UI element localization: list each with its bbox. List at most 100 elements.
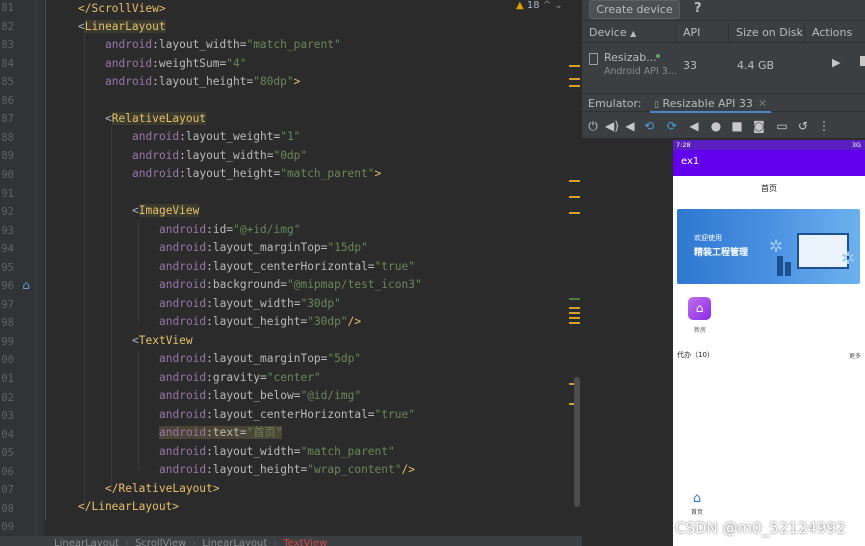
code-line-100: android:layout_marginTop="5dp" [159, 352, 362, 365]
line-number: 85 [1, 76, 14, 89]
breadcrumb-item[interactable]: ScrollView [135, 538, 186, 546]
code-line-82: <LinearLayout [78, 20, 166, 33]
warning-marker[interactable] [569, 322, 580, 324]
code-line-96: android:background="@mipmap/test_icon3" [159, 278, 422, 291]
breadcrumb-item[interactable]: LinearLayout [54, 538, 119, 546]
code-line-105: android:layout_width="match_parent" [159, 445, 395, 458]
code-line-90: android:layout_height="match_parent"> [132, 167, 382, 180]
app-title: ex1 [681, 156, 700, 167]
emulator-screen[interactable]: 7:28 3G ex1 首页 欢迎使用 精装工程管理 ✲ ✲ ⌂ 新房 代办（1… [673, 140, 865, 546]
phone-icon [589, 53, 598, 65]
device-name: Resizab... [604, 51, 657, 64]
android-resource-icon[interactable]: ⌂ [19, 278, 33, 292]
snapshot-icon[interactable]: ↺ [795, 118, 811, 134]
overview-icon[interactable]: ■ [729, 118, 745, 134]
code-line-89: android:layout_width="0dp" [132, 149, 308, 162]
device-api: 33 [683, 59, 697, 72]
warning-marker[interactable] [569, 196, 580, 198]
code-line-103: android:layout_centerHorizontal="true" [159, 408, 415, 421]
emulator-tab[interactable]: ▯ Resizable API 33 ✕ [650, 94, 772, 113]
column-device[interactable]: Device ▲ [582, 23, 676, 43]
code-line-92: <ImageView [132, 204, 200, 217]
warning-marker[interactable] [569, 78, 580, 80]
line-number: 90 [1, 168, 14, 181]
editor-scrollbar[interactable] [574, 377, 580, 507]
launch-icon[interactable]: ▶ [832, 56, 840, 69]
device-size: 4.4 GB [737, 59, 775, 72]
home-nav-icon[interactable]: ⌂ [689, 492, 705, 506]
code-line-88: android:layout_weight="1" [132, 130, 301, 143]
warning-marker[interactable] [569, 317, 580, 319]
todo-more-link[interactable]: 更多 [849, 351, 861, 360]
home-icon[interactable]: ● [708, 118, 724, 134]
breadcrumb-item[interactable]: TextView [283, 538, 327, 546]
banner-title: 精装工程管理 [694, 248, 749, 258]
home-nav-label[interactable]: 首页 [686, 507, 708, 516]
info-marker[interactable] [569, 298, 580, 300]
overflow-icon[interactable] [860, 56, 865, 66]
gutter-divider [36, 0, 37, 546]
line-number: 92 [1, 206, 14, 219]
power-icon[interactable]: ⏻ [585, 118, 601, 134]
line-number: 87 [1, 113, 14, 126]
device-row[interactable]: Resizab... Android API 3... 33 4.4 GB ▶ [582, 43, 865, 85]
line-number: 07 [1, 484, 14, 497]
column-api[interactable]: API [676, 23, 729, 43]
volume-down-icon[interactable]: ◀ [622, 118, 638, 134]
building-graphic [785, 262, 791, 276]
breadcrumb-item[interactable]: LinearLayout [202, 538, 267, 546]
status-time: 7:28 [676, 141, 691, 149]
code-line-108: </LinearLayout> [78, 500, 180, 513]
close-icon[interactable]: ✕ [758, 97, 767, 110]
code-line-81: </ScrollView> [78, 2, 166, 15]
app-bar: ex1 [673, 150, 865, 176]
warning-marker[interactable] [569, 85, 580, 87]
code-line-97: android:layout_width="30dp" [159, 297, 341, 310]
inspection-warnings[interactable]: ▲ 18 ^ ⌄ [516, 0, 563, 11]
line-number: 01 [1, 373, 14, 385]
line-number: 91 [1, 187, 14, 200]
warning-marker[interactable] [569, 312, 580, 314]
code-line-102: android:layout_below="@id/img" [159, 389, 362, 402]
code-line-101: android:gravity="center" [159, 371, 321, 384]
line-number: 86 [1, 94, 14, 107]
todo-title: 代办（10） [677, 351, 714, 359]
screen-record-icon[interactable]: ▭ [774, 118, 790, 134]
create-device-button[interactable]: Create device [589, 0, 680, 19]
warning-marker[interactable] [569, 307, 580, 309]
new-house-label: 新房 [693, 327, 706, 334]
watermark: CSDN @m0_52124992 [675, 519, 846, 537]
column-size[interactable]: Size on Disk [729, 23, 805, 43]
code-line-87: <RelativeLayout [105, 112, 207, 125]
line-number: 94 [1, 243, 14, 256]
status-bar: 7:28 3G [673, 140, 865, 150]
camera-icon[interactable]: ◙ [751, 118, 767, 134]
code-line-99: <TextView [132, 334, 193, 347]
line-number: 04 [1, 428, 14, 441]
column-actions[interactable]: Actions [805, 23, 865, 43]
code-editor[interactable]: 81 82 83 84 85 86 87 88 89 90 91 92 93 94 95 96 97 98 99 00… [0, 0, 582, 546]
more-icon[interactable]: ⋮ [816, 118, 832, 134]
rotate-left-icon[interactable]: ⟲ [641, 118, 657, 134]
line-number: 09 [1, 521, 14, 534]
indent-guide [138, 350, 139, 470]
gear-icon: ✲ [841, 249, 856, 269]
warning-marker[interactable] [569, 212, 580, 214]
device-manager-toolbar: Create device ? [582, 0, 865, 21]
help-button[interactable]: ? [694, 1, 702, 16]
code-line-84: android:weightSum="4" [105, 57, 247, 70]
line-number: 08 [1, 502, 14, 515]
breadcrumb[interactable]: LinearLayout › ScrollView › LinearLayout › Tex… [0, 536, 582, 546]
emulator-bar: Emulator: ▯ Resizable API 33 ✕ [582, 93, 865, 113]
status-network: 3G [851, 141, 861, 149]
back-icon[interactable]: ◀ [686, 118, 702, 134]
rotate-right-icon[interactable]: ⟳ [664, 118, 680, 134]
banner-image[interactable]: 欢迎使用 精装工程管理 ✲ ✲ [677, 209, 860, 284]
device-table-header: Device ▲ API Size on Disk Actions [582, 23, 865, 43]
volume-up-icon[interactable]: ◀) [604, 118, 620, 134]
warning-marker[interactable] [569, 65, 580, 67]
new-house-icon[interactable]: ⌂ [688, 297, 711, 320]
line-number: 00 [1, 354, 14, 367]
emulator-label: Emulator: [588, 97, 642, 110]
warning-marker[interactable] [569, 180, 580, 182]
